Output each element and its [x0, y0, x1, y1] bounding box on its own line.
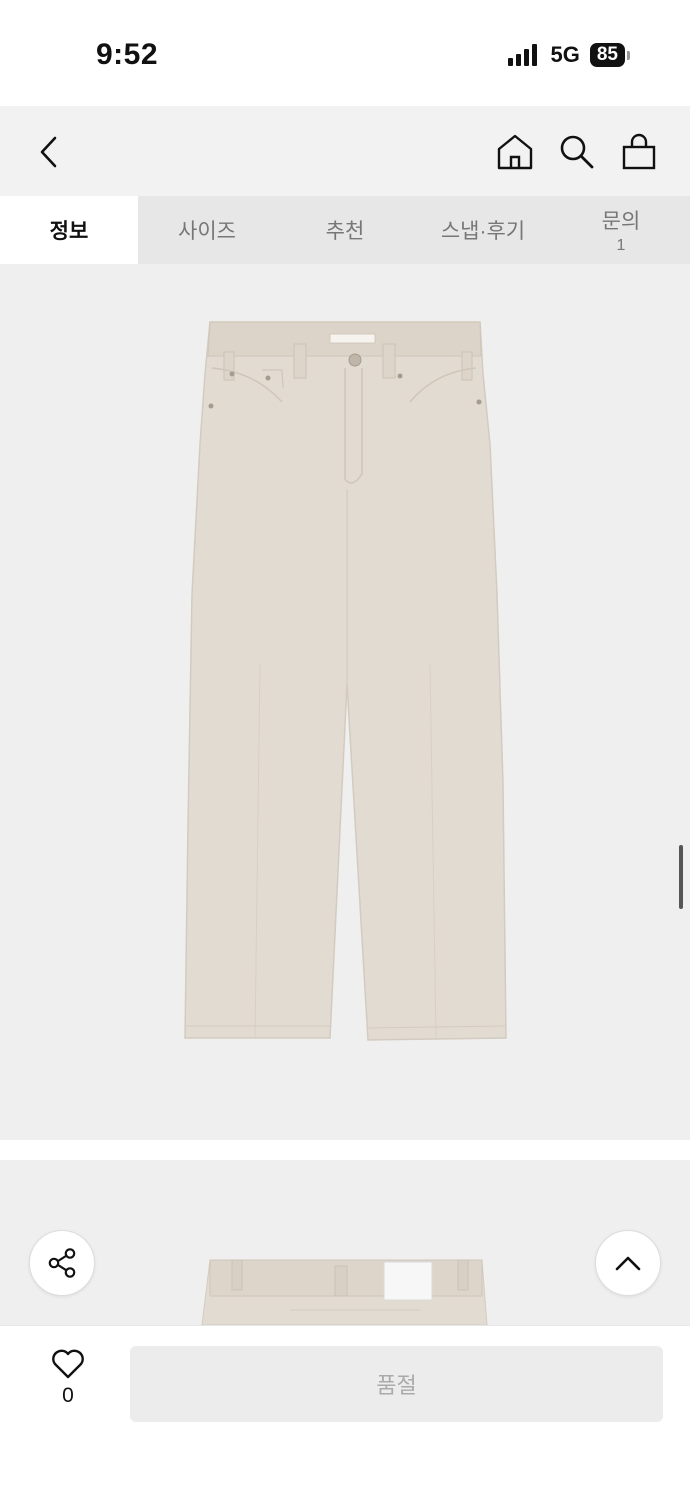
- tab-snap-review[interactable]: 스냅·후기: [414, 196, 552, 264]
- scroll-to-top-button[interactable]: [595, 1230, 661, 1296]
- share-icon: [48, 1248, 76, 1278]
- product-image-detail: [0, 1160, 690, 1325]
- tab-info[interactable]: 정보: [0, 196, 138, 264]
- bottom-action-bar: 0 품절: [0, 1325, 690, 1500]
- status-indicators: 5G 85: [507, 42, 630, 68]
- tab-count: 1: [616, 237, 626, 254]
- tab-label: 스냅·후기: [440, 220, 526, 243]
- like-count: 0: [62, 1384, 74, 1407]
- tab-label: 사이즈: [178, 220, 236, 243]
- heart-icon: [52, 1349, 84, 1379]
- product-image-main: [0, 264, 690, 1140]
- tab-label: 문의: [601, 210, 641, 233]
- soldout-button[interactable]: 품절: [130, 1346, 663, 1422]
- top-nav-bar: [0, 106, 690, 196]
- pants-image: [184, 321, 507, 1041]
- tab-recommend[interactable]: 추천: [276, 196, 414, 264]
- back-button[interactable]: [28, 131, 70, 173]
- battery-icon: 85: [589, 43, 630, 67]
- product-tabs: 정보 사이즈 추천 스냅·후기 문의 1: [0, 196, 690, 264]
- home-button[interactable]: [494, 131, 536, 173]
- image-divider: [0, 1140, 690, 1160]
- tab-size[interactable]: 사이즈: [138, 196, 276, 264]
- tab-label: 정보: [49, 220, 89, 243]
- chevron-left-icon: [40, 136, 57, 168]
- shopping-bag-icon: [622, 133, 656, 170]
- scrollbar[interactable]: [679, 845, 683, 909]
- signal-icon: [507, 44, 537, 66]
- cart-button[interactable]: [618, 131, 660, 173]
- battery-level: 85: [589, 43, 625, 67]
- tab-inquiry[interactable]: 문의 1: [552, 196, 690, 264]
- status-bar: 9:52 5G 85: [0, 0, 690, 106]
- search-icon: [560, 135, 594, 169]
- share-button[interactable]: [29, 1230, 95, 1296]
- search-button[interactable]: [556, 131, 598, 173]
- like-button[interactable]: 0: [38, 1348, 98, 1408]
- tab-label: 추천: [325, 220, 365, 243]
- network-type: 5G: [550, 42, 580, 67]
- chevron-up-icon: [615, 1256, 641, 1271]
- status-time: 9:52: [96, 38, 159, 71]
- pants-detail-image: [201, 1259, 488, 1325]
- home-icon: [497, 134, 533, 170]
